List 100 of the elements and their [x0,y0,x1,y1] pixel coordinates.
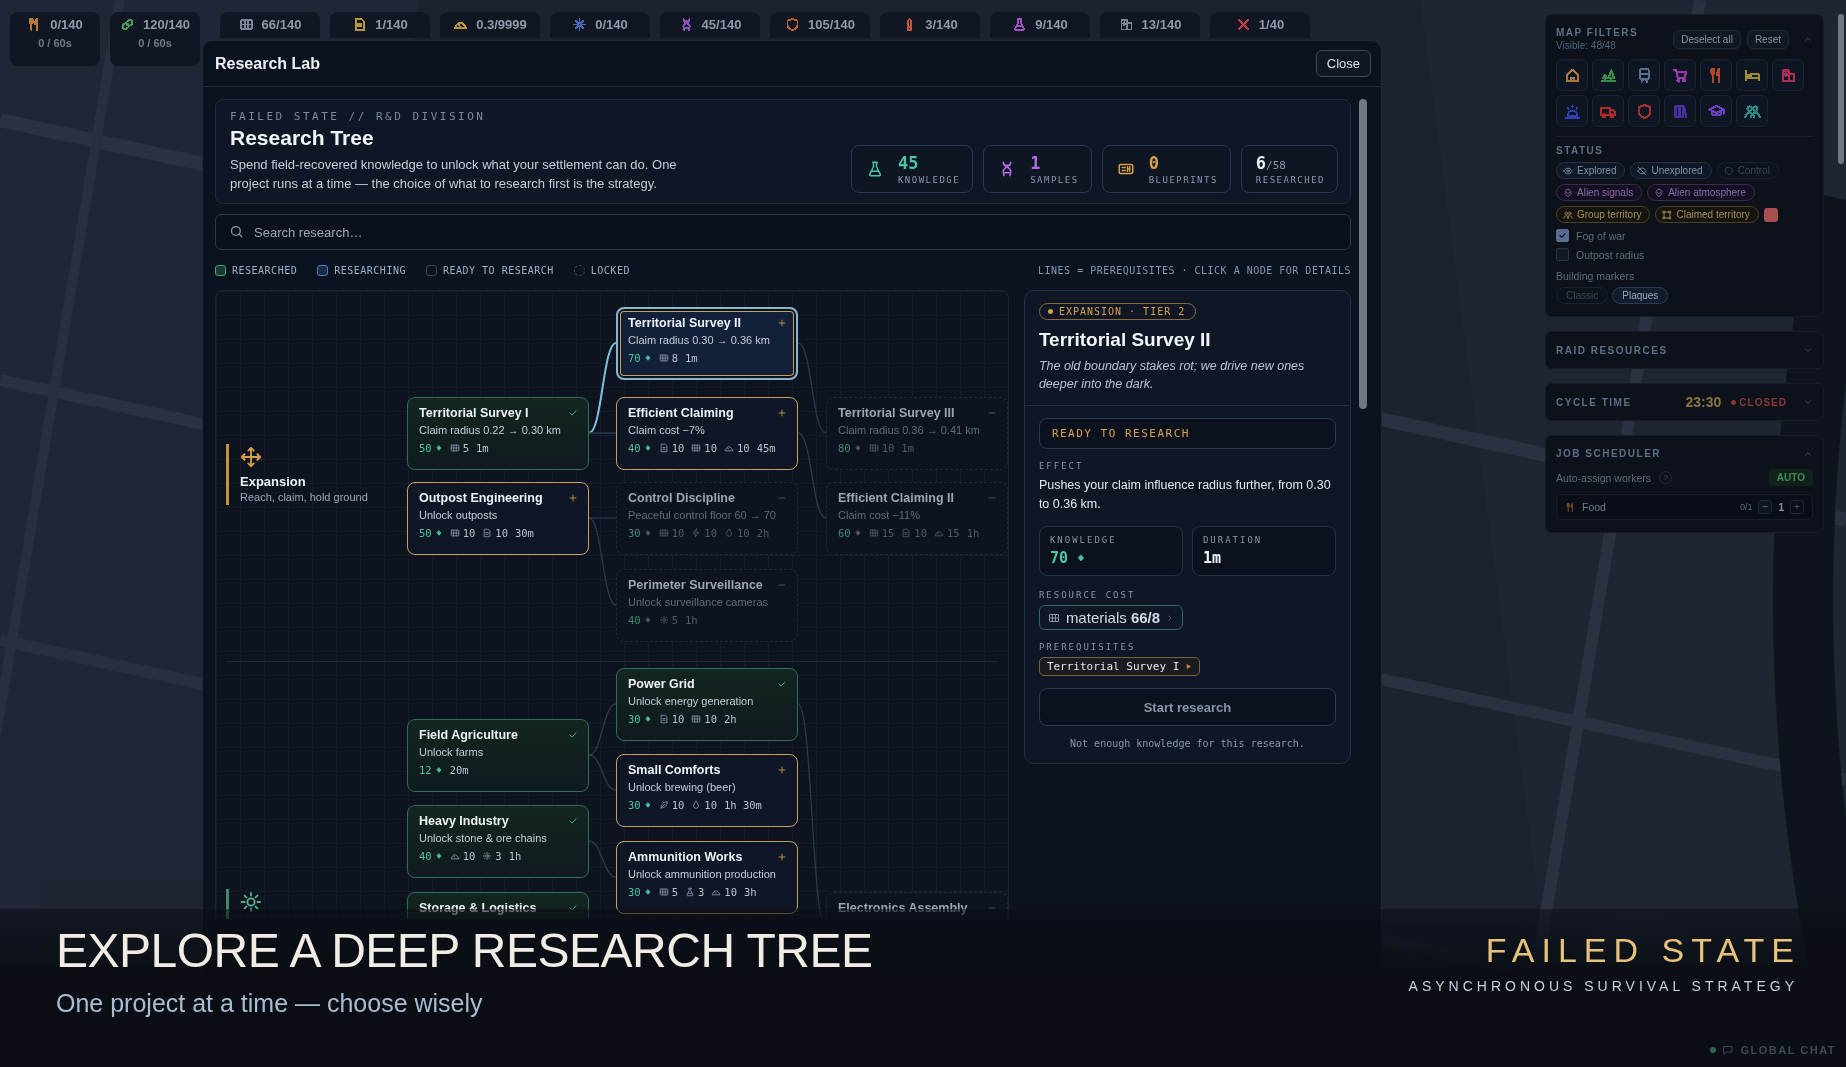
page-title: Research Tree [230,126,375,150]
knowledge-cost: 80 [838,442,851,454]
research-node[interactable]: Efficient Claiming II Claim cost −11% 60 15 10 15 1h [826,482,1008,555]
category-filter-button[interactable] [1628,95,1660,127]
research-node[interactable]: Territorial Survey II Claim radius 0.30 → 0.36 km 70 8 1m [616,307,798,380]
category-name: Expansion [240,474,307,489]
category-filter-button[interactable] [1736,59,1768,91]
research-node[interactable]: Field Agriculture Unlock farms 12 20m [407,719,589,792]
resource-amount: 10 [704,442,717,454]
gear-icon [658,615,669,625]
crate-icon [658,528,669,538]
status-chip[interactable]: Alien signals [1556,184,1643,201]
research-node[interactable]: Outpost Engineering Unlock outposts 50 10 10 30m [407,482,589,555]
diamond-icon [853,444,862,452]
category-filter-button[interactable] [1592,59,1624,91]
checkbox[interactable] [1556,248,1569,261]
document-icon [901,528,912,538]
resource-amount: 5 [462,442,469,454]
marker-style-option[interactable]: Plaques [1612,287,1669,304]
resource-amount: 3 [495,850,502,862]
category-filter-button[interactable] [1736,95,1768,127]
diamond-icon [643,444,652,452]
duration: 2h [723,713,737,725]
duration: 3h [743,886,757,898]
status-chip[interactable]: Unexplored [1630,162,1712,179]
resource-amount: 45/140 [701,17,742,32]
status-chip[interactable]: Group territory [1556,206,1651,223]
node-title: Small Comforts [628,763,721,777]
plus-icon [777,852,787,862]
node-description: Claim radius 0.30 → 0.36 km [628,334,771,346]
close-button[interactable]: Close [1315,50,1371,77]
arrows-icon [240,446,262,468]
category-filter-button[interactable] [1700,95,1732,127]
research-node[interactable]: Control Discipline Peaceful control floor 60 → 70 30 10 10 10 2h [616,482,798,555]
search-field[interactable]: Search research… [215,214,1351,250]
category-filter-button[interactable] [1592,95,1624,127]
research-node[interactable]: Perimeter Surveillance Unlock surveillance cameras 40 5 1h [616,569,798,642]
research-node[interactable]: Power Grid Unlock energy generation 30 10 10 2h [616,668,798,741]
visible-count: Visible: 48/48 [1556,40,1617,51]
checkbox[interactable] [1556,229,1569,242]
resource-amount: 10 [462,850,476,862]
node-title: Electronics Assembly [838,901,968,915]
resource-rate: 0 / 60s [138,37,172,49]
category-filter-button[interactable] [1556,59,1588,91]
diamond-icon [434,766,443,774]
status-chip[interactable]: Alien atmosphere [1647,184,1755,201]
diamond-icon [643,616,652,624]
section-label: EFFECT [1038,461,1085,471]
stat-value: 1 [1030,153,1041,173]
resource-amount: 10 [671,713,685,725]
resource-amount: 10 [704,799,717,811]
resource-amount: 3 [698,886,705,898]
decrement-button[interactable]: − [1758,500,1773,514]
game-title: FAILED STATE [1485,931,1801,970]
effect-text: Pushes your claim influence radius further, from 0.30 to 0.36 km. [1038,477,1332,513]
filter-button[interactable]: Deselect all [1673,29,1741,49]
category-filter-button[interactable] [1664,59,1696,91]
stat-label: BLUEPRINTS [1148,175,1218,185]
section-label: PREREQUISITES [1038,642,1137,652]
connector-line [588,840,617,878]
document-icon [658,714,669,724]
crate-icon [658,353,669,363]
stat-label: KNOWLEDGE [1049,535,1118,545]
prerequisite-link[interactable]: Territorial Survey I [1038,657,1201,676]
crate-icon [1047,611,1060,624]
knowledge-cost: 30 [628,799,641,811]
category-filter-button[interactable] [1628,59,1660,91]
stat-label: DURATION [1202,535,1264,545]
check-icon [568,730,578,740]
knowledge-cost: 40 [628,614,641,626]
resource-amount: 10 [914,527,927,539]
color-swatch[interactable] [1763,207,1778,222]
panel-title: RAID RESOURCES [1556,344,1668,356]
node-title: Control Discipline [628,491,735,505]
research-node[interactable]: Heavy Industry Unlock stone & ore chains 40 10 3 1h [407,805,589,878]
resource-rate: 0 / 60s [38,37,72,49]
plus-icon [777,318,787,328]
legend-swatch [317,264,329,276]
auto-toggle[interactable]: AUTO [1768,469,1813,486]
scrollbar[interactable] [1838,14,1844,164]
status-chip[interactable]: Explored [1556,162,1626,179]
node-title: Outpost Engineering [419,491,543,505]
status-chip[interactable]: Claimed territory [1655,206,1759,223]
category-filter-button[interactable] [1700,59,1732,91]
category-filter-button[interactable] [1772,59,1804,91]
filter-button[interactable]: Reset [1746,29,1789,49]
research-node[interactable]: Efficient Claiming Claim cost −7% 40 10 10 10 45m [616,397,798,470]
node-description: Unlock ammunition production [628,868,777,880]
scrollbar[interactable] [1359,99,1367,409]
knowledge-cost: 60 [838,527,851,539]
duration: 45m [756,442,776,454]
node-description: Claim cost −7% [628,424,706,436]
window-title: Research Lab [215,54,320,73]
research-node[interactable]: Small Comforts Unlock brewing (beer) 30 10 10 1h 30m [616,754,798,827]
research-node[interactable]: Territorial Survey III Claim radius 0.36 → 0.41 km 80 10 1m [826,397,1008,470]
resource-amount: 10 [671,799,685,811]
diamond-icon [434,852,443,860]
legend-label: RESEARCHED [232,264,298,276]
legend-swatch [215,264,226,276]
research-node[interactable]: Territorial Survey I Claim radius 0.22 → 0.30 km 50 5 1m [407,397,589,470]
